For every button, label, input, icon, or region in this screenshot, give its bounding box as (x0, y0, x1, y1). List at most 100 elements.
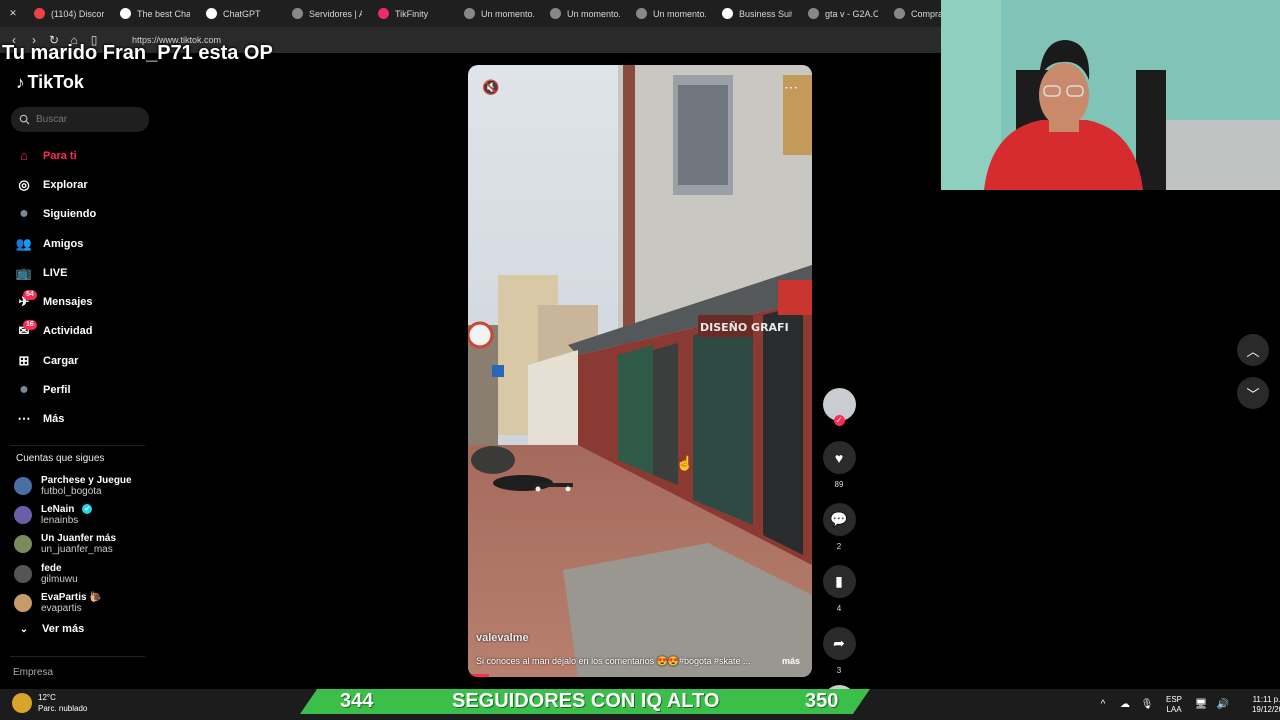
tab-favicon-icon (34, 8, 45, 19)
chevron-up-tray-icon[interactable]: ^ (1092, 699, 1114, 710)
nav-item-explorar[interactable]: ◎ Explorar (0, 170, 160, 199)
tab-favicon-icon (808, 8, 819, 19)
video-progress-bar[interactable] (468, 674, 489, 677)
bookmark-save-icon[interactable]: ▮ (822, 565, 856, 598)
nav-item-actividad[interactable]: ✉ Actividad 16 (0, 317, 160, 346)
account-username: lenainbs (41, 514, 79, 526)
weather-temp: 12°C (38, 693, 56, 702)
microphone-icon[interactable]: 🎙 (1136, 699, 1158, 710)
avatar (14, 505, 32, 524)
nav-item-mensajes[interactable]: ✈ Mensajes 54 (0, 287, 160, 316)
search-input[interactable] (36, 114, 136, 125)
video-frame: DISEÑO GRAFI (468, 65, 812, 677)
tab-label: Un momento... (653, 8, 706, 19)
follower-goal-banner: 344 SEGUIDORES CON IQ ALTO 350 (300, 689, 870, 714)
language-indicator[interactable]: ESP LAA (1158, 695, 1190, 715)
save-action: ▮ 4 (821, 565, 857, 613)
comment-icon[interactable]: 💬 (822, 503, 856, 536)
nav-label: Explorar (43, 178, 88, 191)
followed-account[interactable]: fede gilmuwu (14, 559, 160, 588)
close-tab-icon[interactable]: ✕ (0, 0, 26, 27)
follow-plus-icon[interactable]: ✓ (833, 415, 845, 426)
like-action: ♥ 89 (821, 441, 857, 489)
nav-label: Más (43, 413, 65, 426)
tab-label: Comprar (911, 8, 941, 19)
creator-avatar[interactable]: ✓ (822, 388, 856, 426)
nav-item-cargar[interactable]: ⊞ Cargar (0, 346, 160, 375)
main-nav: ⌂ Para ti ◎ Explorar ● Siguiendo 👥 Amigos 📺 LIVE ✈… (0, 141, 160, 434)
video-player[interactable]: DISEÑO GRAFI 🔇 ⋯ valevalme Si conoces al… (468, 65, 812, 677)
browser-tab[interactable]: gta v - G2A.CO (800, 0, 886, 27)
mute-icon[interactable]: 🔇 (482, 79, 499, 96)
nav-label: Perfil (43, 384, 71, 397)
account-name: LeNain (41, 503, 75, 515)
account-username: evapartis (41, 602, 82, 614)
tiktok-note-icon: ♪ (16, 72, 25, 92)
compass-icon: ◎ (18, 176, 30, 192)
nav-label: Actividad (43, 325, 93, 338)
browser-tab[interactable]: The best Chat (112, 0, 198, 27)
account-username: un_juanfer_mas (41, 544, 113, 556)
mouse-cursor-icon: ☝ (676, 455, 694, 471)
next-video-button[interactable]: ﹀ (1237, 377, 1269, 409)
followed-account[interactable]: EvaPartis 🐌 evapartis (14, 588, 160, 617)
following-avatar: ● (19, 205, 29, 223)
browser-tab[interactable]: ChatGPT (198, 0, 284, 27)
account-username: gilmuwu (41, 573, 78, 585)
sidebar-divider (10, 445, 145, 446)
weather-widget[interactable]: 12°C Parc. nublado (12, 692, 87, 714)
expand-description-link[interactable]: más (782, 656, 800, 666)
nav-item-live[interactable]: 📺 LIVE (0, 258, 160, 287)
nav-item-para-ti[interactable]: ⌂ Para ti (0, 141, 160, 170)
search-box[interactable] (11, 107, 149, 132)
onedrive-icon[interactable]: ☁ (1114, 699, 1136, 710)
followed-account[interactable]: LeNain lenainbs ✔ (14, 500, 160, 529)
see-more-button[interactable]: ⌄ Ver más (16, 623, 84, 635)
avatar (14, 593, 32, 612)
previous-video-button[interactable]: ︿ (1237, 334, 1269, 366)
account-name: fede (41, 562, 62, 574)
nav-label: Cargar (43, 354, 79, 367)
share-action: ➦ 3 (821, 627, 857, 675)
video-author[interactable]: valevalme (476, 632, 529, 644)
weather-cloud-icon (12, 693, 32, 713)
system-tray: ^ ☁ 🎙 ESP LAA 🖥 🔊 11:11 p. m. 19/12/2025 (1092, 689, 1280, 720)
browser-tab[interactable]: Un momento... (542, 0, 628, 27)
see-more-label: Ver más (42, 623, 85, 635)
tab-favicon-icon (722, 8, 733, 19)
comment-action: 💬 2 (821, 503, 857, 551)
heart-icon[interactable]: ♥ (822, 441, 856, 474)
browser-tab[interactable]: Comprar (886, 0, 941, 27)
following-accounts: Parchese y Juegue futbol_bogota LeNain lena… (14, 471, 160, 617)
browser-tab[interactable]: Business Suite (714, 0, 800, 27)
avatar (14, 564, 32, 583)
browser-tab-bar: ✕ (1104) Discord The best Chat ChatGPT Serv… (0, 0, 941, 27)
browser-tab[interactable]: Un momento... (456, 0, 542, 27)
share-icon[interactable]: ➦ (822, 627, 856, 660)
friends-icon: 👥 (15, 235, 33, 251)
svg-text:DISEÑO GRAFI: DISEÑO GRAFI (700, 321, 789, 334)
browser-tab[interactable]: Servidores | At (284, 0, 370, 27)
browser-tab[interactable]: TikFinity (370, 0, 456, 27)
account-name: Un Juanfer más (41, 533, 117, 545)
volume-icon[interactable]: 🔊 (1212, 699, 1234, 710)
nav-item-amigos[interactable]: 👥 Amigos (0, 229, 160, 258)
more-options-icon[interactable]: ⋯ (784, 79, 798, 96)
followed-account[interactable]: Un Juanfer más un_juanfer_mas (14, 530, 160, 559)
followed-account[interactable]: Parchese y Juegue futbol_bogota (14, 471, 160, 500)
nav-item-siguiendo[interactable]: ● Siguiendo (0, 200, 160, 229)
nav-label: Para ti (43, 149, 77, 162)
browser-tab[interactable]: (1104) Discord (26, 0, 112, 27)
company-link[interactable]: Empresa (13, 667, 53, 678)
tab-label: gta v - G2A.CO (825, 8, 878, 19)
nav-item-más[interactable]: ⋯ Más (0, 405, 160, 434)
banner-title: SEGUIDORES CON IQ ALTO (452, 690, 720, 712)
nav-item-perfil[interactable]: ● Perfil (0, 375, 160, 404)
tab-label: The best Chat (137, 8, 190, 19)
network-icon[interactable]: 🖥 (1190, 699, 1212, 710)
clock[interactable]: 11:11 p. m. 19/12/2025 (1242, 695, 1280, 715)
chevron-down-icon: ﹀ (1246, 386, 1260, 402)
tiktok-logo[interactable]: ♪ TikTok (16, 72, 84, 93)
tab-favicon-icon (378, 8, 389, 19)
browser-tab[interactable]: Un momento... (628, 0, 714, 27)
